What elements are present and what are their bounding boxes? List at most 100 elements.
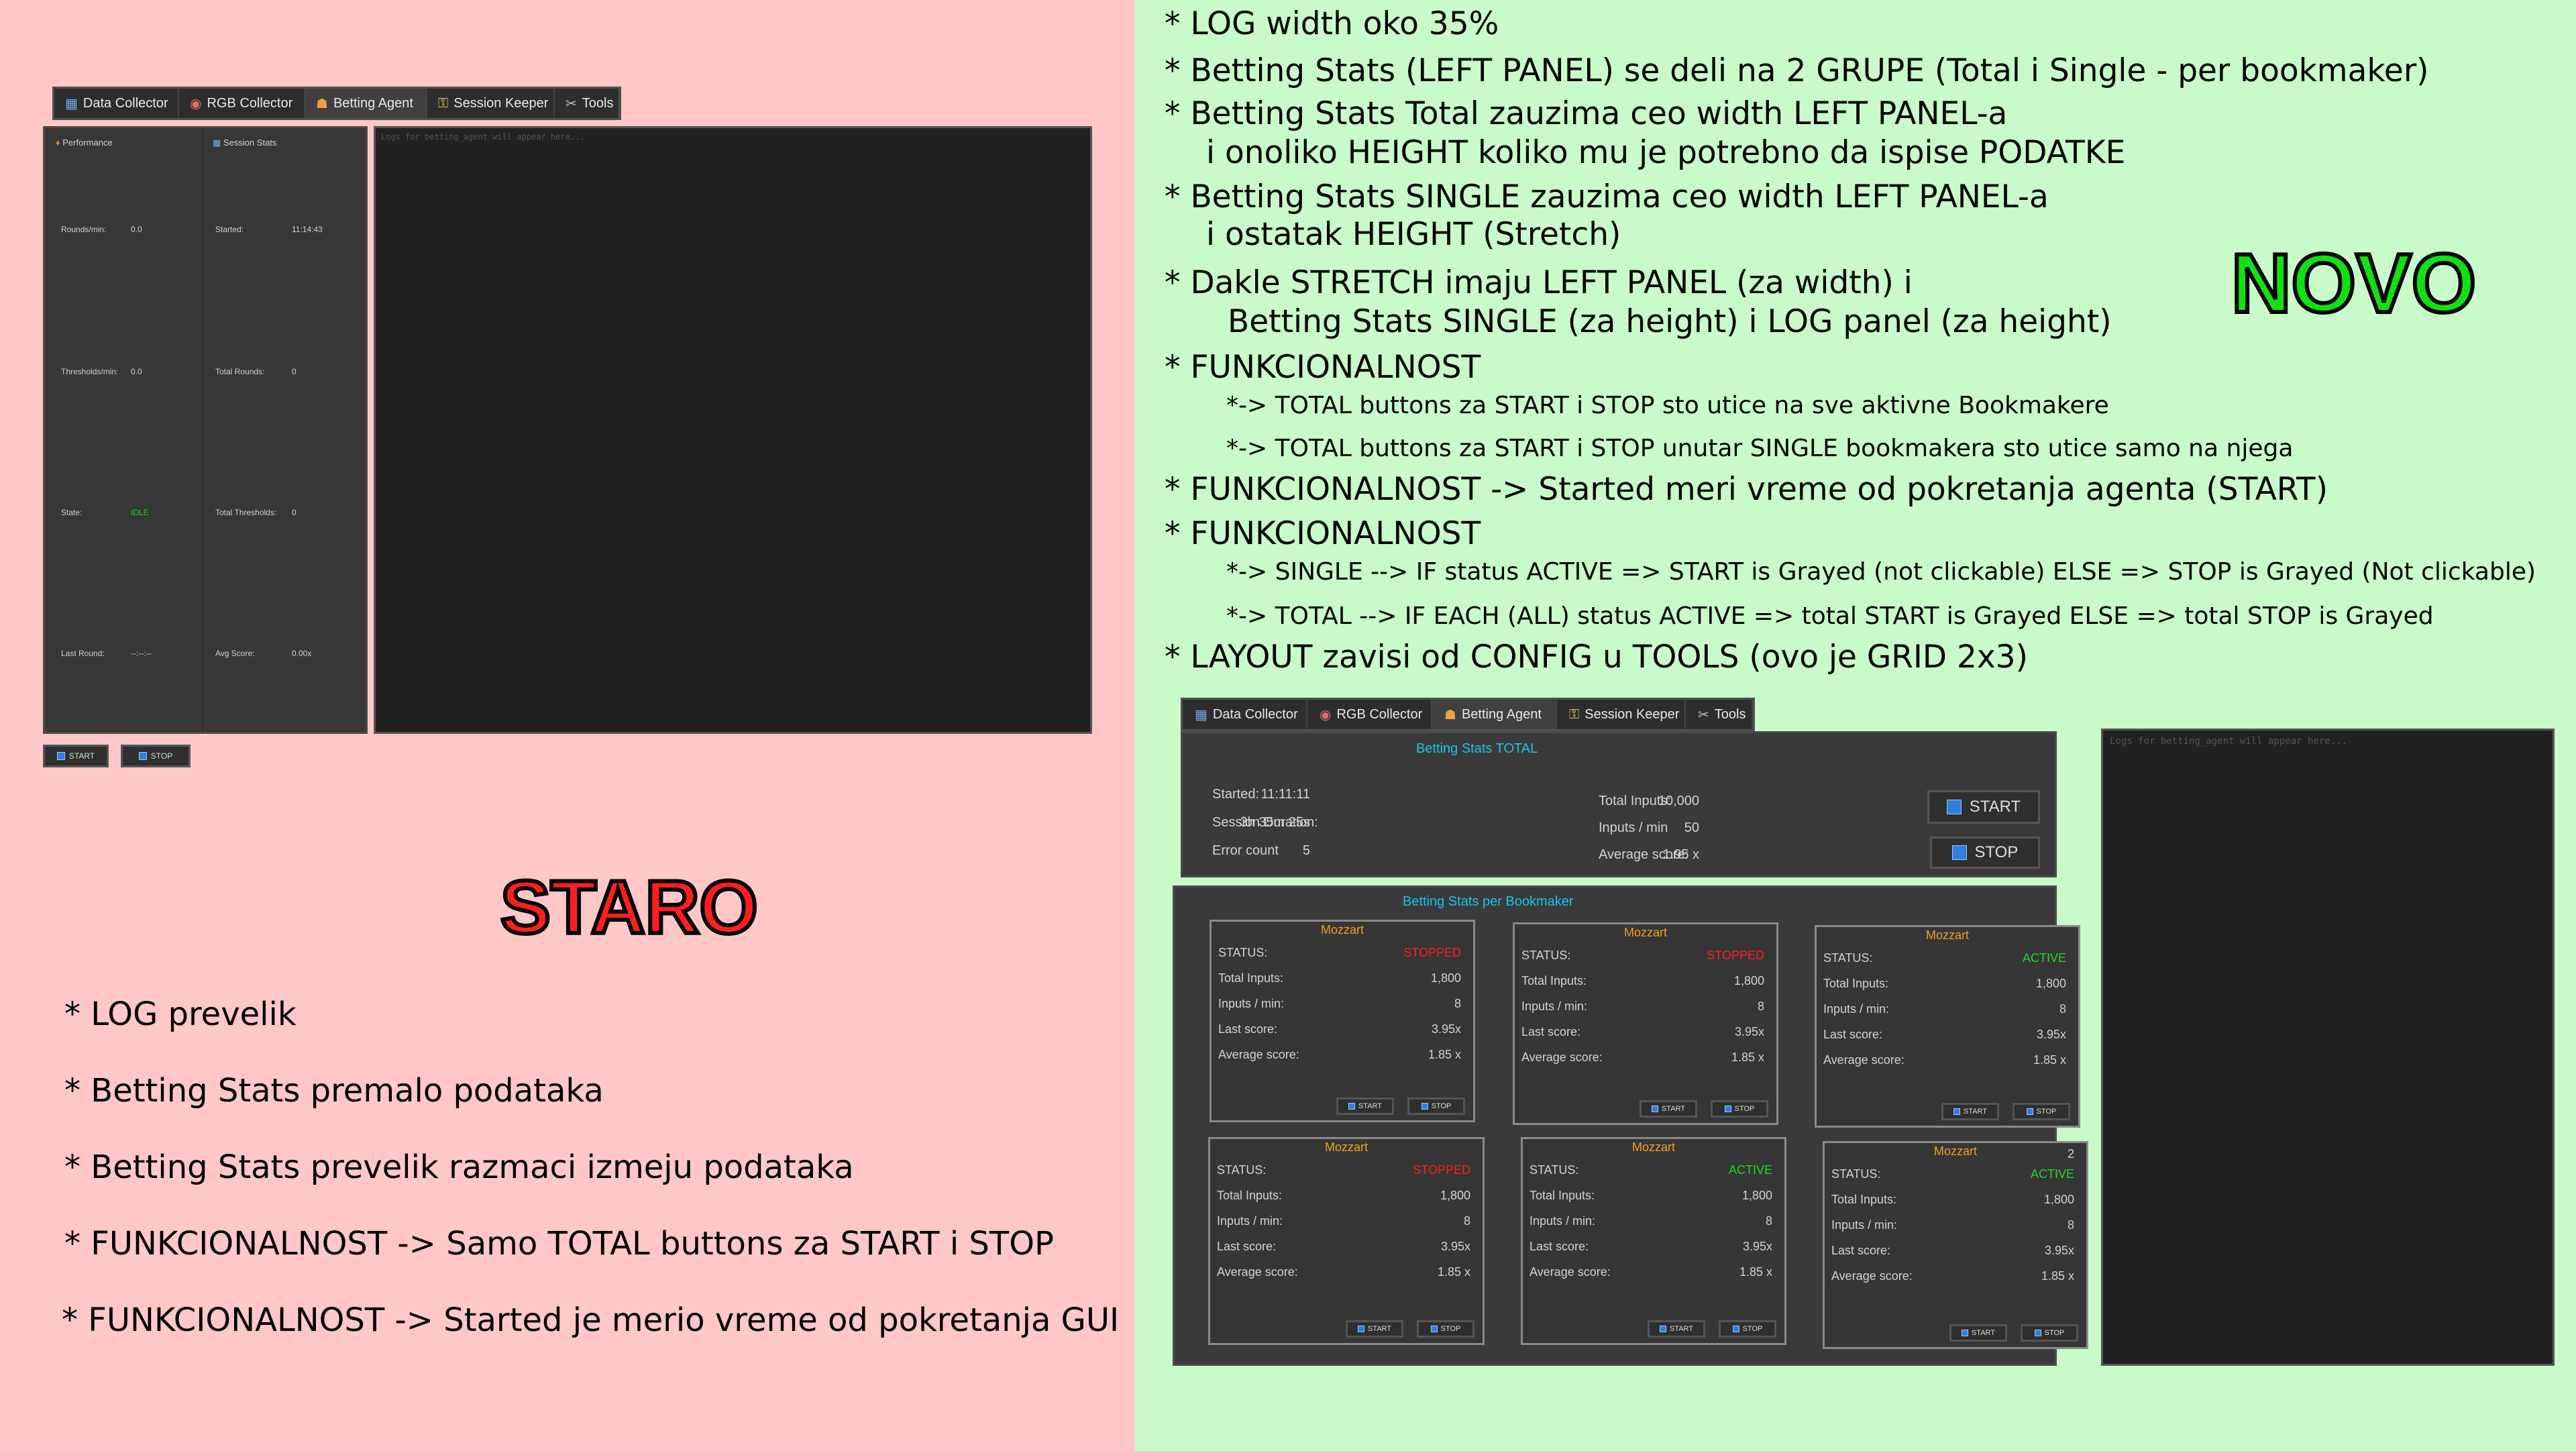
bookmaker-stop-button[interactable]: STOP: [2012, 1103, 2070, 1120]
bookmaker-stat-value: 8: [2059, 1002, 2066, 1016]
bookmaker-stat-label: Last score:: [1521, 1025, 1581, 1038]
bookmaker-stat-label: Inputs / min:: [1217, 1214, 1283, 1228]
bookmaker-stop-button[interactable]: STOP: [1711, 1100, 1768, 1118]
bookmaker-card: Mozzart STATUS: STOPPED Total Inputs: 1,800 I…: [1513, 922, 1778, 1125]
new-tab-betting-agent[interactable]: ☗ Betting Agent: [1432, 700, 1557, 729]
total-start-button[interactable]: START: [1927, 790, 2040, 824]
bookmaker-stat-value: 1.85 x: [2041, 1269, 2074, 1283]
palette-icon: ◉: [1320, 707, 1332, 722]
chart-icon: ▦: [1195, 707, 1208, 722]
bookmaker-stat-value: 8: [1757, 1000, 1764, 1013]
bookmaker-start-button[interactable]: START: [1949, 1324, 2007, 1342]
bookmaker-stop-button[interactable]: STOP: [1417, 1320, 1474, 1338]
old-stop-label: STOP: [150, 751, 173, 761]
new-note-item: * LAYOUT zavisi od CONFIG u TOOLS (ovo j…: [1165, 639, 2028, 676]
tab-label: Tools: [582, 95, 614, 111]
bookmaker-start-button[interactable]: START: [1941, 1103, 1999, 1120]
bookmaker-stop-button[interactable]: STOP: [1719, 1320, 1776, 1338]
bookmaker-start-button[interactable]: START: [1346, 1320, 1403, 1338]
tools-icon: ✂: [1698, 707, 1709, 722]
bookmaker-stat-label: Last score:: [1217, 1240, 1277, 1253]
stop-icon: [138, 752, 147, 760]
new-tab-session-keeper[interactable]: ⚿ Session Keeper: [1557, 700, 1686, 729]
old-tab-bar: ▦ Data Collector ◉ RGB Collector ☗ Betting Ag…: [52, 87, 621, 120]
tab-label: Tools: [1714, 706, 1746, 722]
old-log-panel[interactable]: Logs for betting_agent will appear here.…: [374, 126, 1092, 734]
old-tab-rgb-collector[interactable]: ◉ RGB Collector: [179, 89, 305, 118]
bookmaker-name: Mozzart: [1933, 1144, 1977, 1158]
bookmaker-stat-label: Inputs / min:: [1218, 997, 1285, 1010]
old-start-button[interactable]: START: [43, 745, 109, 767]
old-tab-session-keeper[interactable]: ⚿ Session Keeper: [427, 89, 555, 118]
new-note-item: * Betting Stats Total zauzima ceo width …: [1165, 95, 2008, 132]
old-layout-section: ▦ Data Collector ◉ RGB Collector ☗ Betting Ag…: [0, 0, 1135, 1451]
bookmaker-stop-label: STOP: [2044, 1329, 2065, 1337]
new-note-item: Betting Stats SINGLE (za height) i LOG p…: [1228, 303, 2112, 340]
tab-label: Data Collector: [83, 95, 168, 111]
bookmaker-start-label: START: [1358, 1102, 1383, 1110]
bookmaker-start-button[interactable]: START: [1640, 1100, 1697, 1118]
bookmaker-stop-button[interactable]: STOP: [1407, 1097, 1465, 1115]
old-performance-title: ♦ Performance: [56, 138, 113, 148]
old-stat-label: State:: [61, 508, 83, 517]
old-tag: STARO: [498, 863, 760, 951]
bookmaker-stat-label: Last score:: [1831, 1244, 1891, 1257]
old-stat-label: Total Rounds:: [215, 367, 265, 376]
bookmaker-start-label: START: [1971, 1329, 1996, 1337]
bookmaker-name: Mozzart: [1320, 923, 1364, 936]
stop-icon: [2026, 1108, 2033, 1115]
bookmaker-stat-value: 1,800: [1430, 971, 1461, 985]
tab-label: RGB Collector: [207, 95, 293, 111]
new-note-item: i onoliko HEIGHT koliko mu je potrebno d…: [1206, 134, 2126, 171]
new-layout-section: * LOG width oko 35% * Betting Stats (LEFT…: [1135, 0, 2576, 1451]
bookmaker-card: Mozzart STATUS: ACTIVE Total Inputs: 1,800 In…: [1815, 925, 2080, 1128]
bookmaker-stat-value: 1.85 x: [1731, 1051, 1764, 1064]
fire-icon: ♦: [56, 138, 60, 148]
bookmaker-start-label: START: [1661, 1105, 1686, 1113]
new-log-panel[interactable]: Logs for betting_agent will appear here.…: [2101, 729, 2555, 1366]
bookmaker-stat-label: Inputs / min:: [1823, 1002, 1890, 1016]
bookmaker-name: Mozzart: [1324, 1140, 1368, 1154]
tab-label: Session Keeper: [1585, 706, 1680, 722]
play-icon: [1348, 1103, 1355, 1110]
old-tab-betting-agent[interactable]: ☗ Betting Agent: [305, 89, 427, 118]
old-stats-panel: ♦ Performance Rounds/min: 0.0 Thresholds/m…: [43, 126, 368, 734]
bookmaker-card: Mozzart STATUS: STOPPED Total Inputs: 1,800 I…: [1210, 920, 1475, 1122]
bookmaker-stat-value: 1.85 x: [1437, 1265, 1470, 1279]
bookmaker-stop-label: STOP: [1734, 1105, 1755, 1113]
status-label: STATUS:: [1521, 949, 1571, 962]
bookmaker-stat-label: Total Inputs:: [1217, 1189, 1283, 1202]
new-note-item: * FUNKCIONALNOST: [1165, 515, 1481, 552]
play-icon: [1953, 1108, 1960, 1115]
old-stat-label: Last Round:: [61, 649, 105, 658]
total-start-label: START: [1969, 798, 2021, 816]
tab-label: Session Keeper: [453, 95, 549, 111]
status-label: STATUS:: [1217, 1163, 1267, 1177]
old-tab-tools[interactable]: ✂ Tools: [555, 89, 619, 118]
new-tab-rgb-collector[interactable]: ◉ RGB Collector: [1307, 700, 1432, 729]
new-note-item: * Dakle STRETCH imaju LEFT PANEL (za wid…: [1165, 264, 1913, 301]
status-label: STATUS:: [1218, 946, 1268, 959]
total-stop-button[interactable]: STOP: [1930, 837, 2040, 869]
new-tab-bar: ▦ Data Collector ◉ RGB Collector ☗ Betting Ag…: [1181, 698, 1755, 731]
bookmaker-start-button[interactable]: START: [1648, 1320, 1705, 1338]
new-tab-data-collector[interactable]: ▦ Data Collector: [1183, 700, 1307, 729]
old-stat-value: 0.00x: [292, 649, 312, 658]
bookmaker-stat-value: 3.95x: [1742, 1240, 1772, 1253]
bookmaker-stat-value: 8: [1454, 997, 1461, 1010]
bookmaker-stat-label: Last score:: [1218, 1022, 1278, 1036]
old-log-placeholder: Logs for betting_agent will appear here.…: [381, 132, 585, 142]
bookmaker-start-button[interactable]: START: [1336, 1097, 1394, 1115]
old-tab-data-collector[interactable]: ▦ Data Collector: [54, 89, 179, 118]
bookmaker-name: Mozzart: [1623, 926, 1667, 939]
stop-icon: [1430, 1326, 1438, 1332]
old-note-item: * LOG prevelik: [64, 996, 297, 1033]
new-tag: NOVO: [2229, 235, 2478, 332]
bookmaker-stat-value: 1.85 x: [2033, 1053, 2066, 1067]
bookmaker-stop-button[interactable]: STOP: [2021, 1324, 2078, 1342]
stop-icon: [2034, 1330, 2041, 1336]
old-stop-button[interactable]: STOP: [121, 745, 191, 767]
new-log-placeholder: Logs for betting_agent will appear here.…: [2110, 736, 2348, 747]
new-note-item: * Betting Stats (LEFT PANEL) se deli na …: [1165, 52, 2429, 89]
new-tab-tools[interactable]: ✂ Tools: [1686, 700, 1753, 729]
